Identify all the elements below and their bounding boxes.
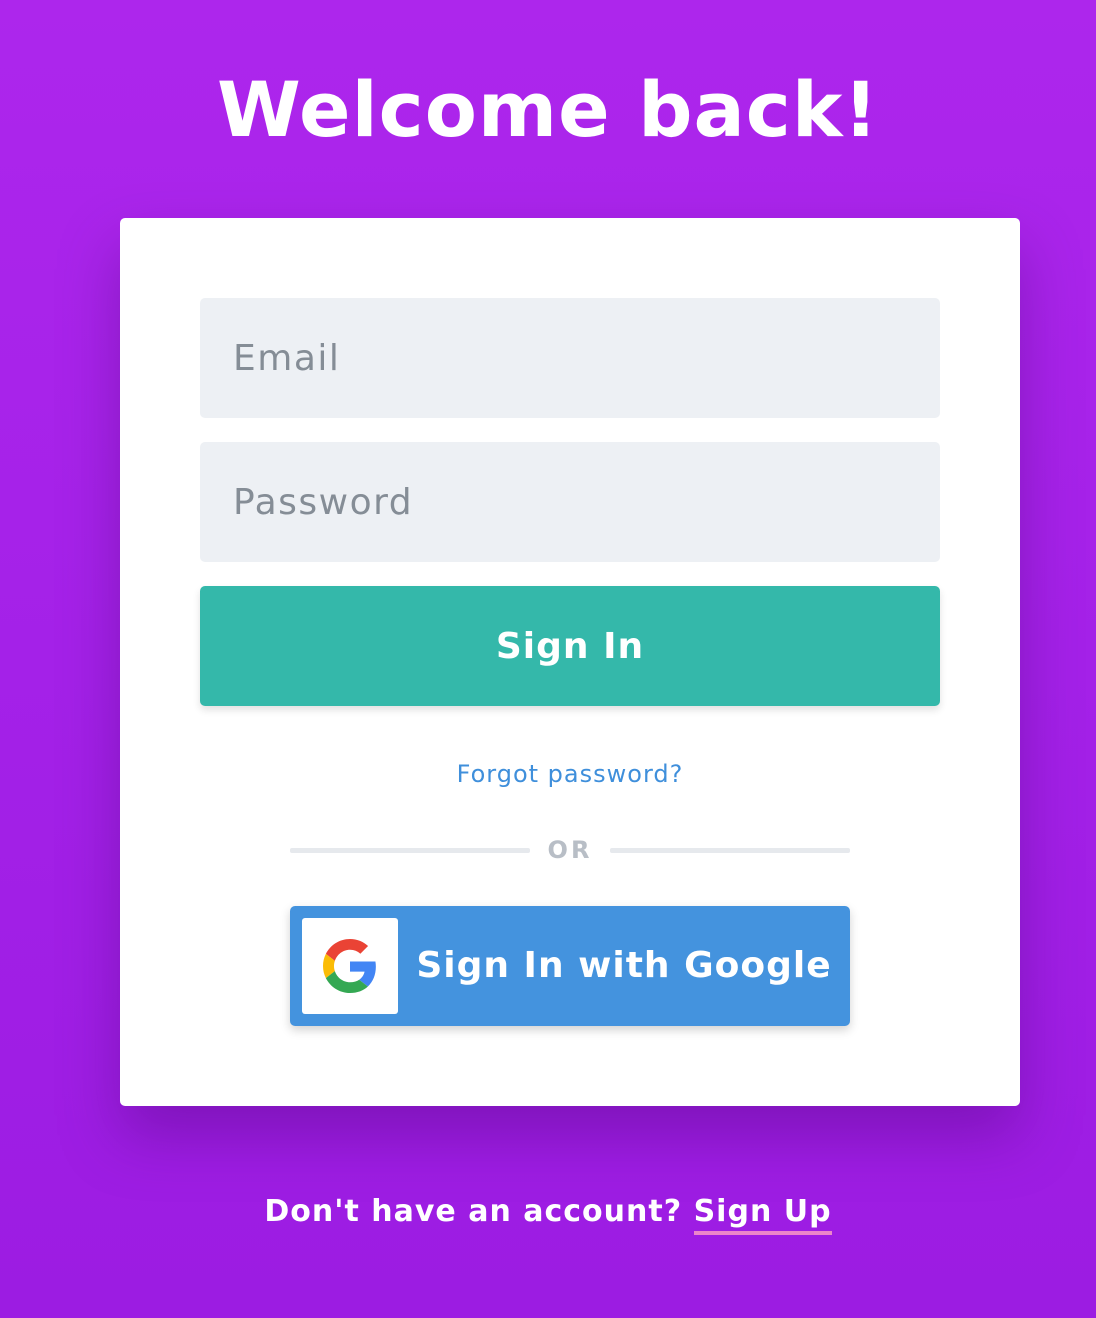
email-field[interactable] <box>200 298 940 418</box>
signup-prompt: Don't have an account? Sign Up <box>0 1190 1096 1235</box>
password-field[interactable] <box>200 442 940 562</box>
divider-line-right <box>610 848 850 853</box>
google-g-icon <box>323 939 376 993</box>
signin-button[interactable]: Sign In <box>200 586 940 706</box>
google-icon-box <box>302 918 398 1014</box>
google-signin-button[interactable]: Sign In with Google <box>290 906 850 1026</box>
google-signin-label: Sign In with Google <box>416 945 832 986</box>
or-divider: OR <box>290 834 850 866</box>
signin-card: Sign In Forgot password? OR Sign In with… <box>120 218 1020 1106</box>
signup-prompt-text: Don't have an account? <box>264 1194 683 1229</box>
signup-link[interactable]: Sign Up <box>693 1194 832 1235</box>
forgot-password-link[interactable]: Forgot password? <box>120 760 1020 788</box>
page-title: Welcome back! <box>216 65 880 154</box>
